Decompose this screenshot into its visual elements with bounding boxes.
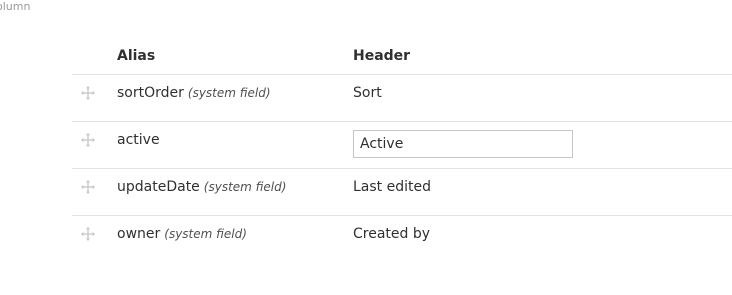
table-header-row: Alias Header bbox=[72, 36, 732, 75]
table-row: active bbox=[72, 122, 732, 169]
column-section-label: olumn bbox=[0, 0, 31, 13]
alias-name: active bbox=[117, 132, 160, 148]
alias-column-header: Alias bbox=[117, 48, 156, 64]
system-field-note: (system field) bbox=[164, 227, 247, 241]
alias-name: owner bbox=[117, 226, 161, 242]
move-icon[interactable] bbox=[81, 133, 95, 147]
list-view-columns-editor: olumn Alias Header sortOr bbox=[0, 0, 732, 295]
table-row: sortOrder (system field) Sort bbox=[72, 75, 732, 122]
header-cell: Last edited bbox=[353, 179, 431, 195]
header-input[interactable] bbox=[353, 130, 573, 158]
alias-name: updateDate bbox=[117, 179, 200, 195]
table-row: updateDate (system field) Last edited bbox=[72, 169, 732, 216]
alias-cell: active bbox=[117, 131, 160, 149]
columns-table: Alias Header sortOrder (system field) So… bbox=[72, 36, 732, 262]
alias-cell: updateDate (system field) bbox=[117, 178, 286, 196]
system-field-note: (system field) bbox=[203, 180, 287, 194]
alias-cell: owner (system field) bbox=[117, 225, 247, 243]
table-row: owner (system field) Created by bbox=[72, 216, 732, 262]
move-icon[interactable] bbox=[81, 227, 95, 241]
alias-name: sortOrder bbox=[117, 85, 184, 101]
header-column-header: Header bbox=[353, 48, 411, 64]
system-field-note: (system field) bbox=[187, 86, 271, 100]
header-cell: Created by bbox=[353, 226, 431, 242]
move-icon[interactable] bbox=[81, 180, 95, 194]
header-cell: Sort bbox=[353, 85, 382, 101]
alias-cell: sortOrder (system field) bbox=[117, 84, 271, 102]
move-icon[interactable] bbox=[81, 86, 95, 100]
